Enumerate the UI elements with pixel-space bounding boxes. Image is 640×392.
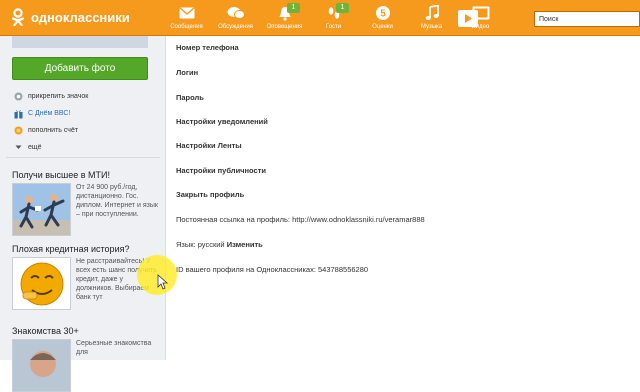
language-row: Язык: русский Изменить [176,240,263,249]
nav-label: Оценки [372,24,393,30]
profile-id-label: ID вашего профиля на Одноклассниках: [176,265,316,274]
svg-text:5: 5 [380,9,386,20]
settings-privacy[interactable]: Настройки публичности [176,166,266,175]
sidebar-link-label: пополнить счёт [28,127,79,134]
ad-title[interactable]: Знакомства 30+ [12,326,160,336]
guests-count-badge: 1 [336,3,349,13]
gift-icon [13,109,23,119]
settings-close-profile[interactable]: Закрыть профиль [176,190,244,199]
chat-bubbles-icon [211,4,260,22]
nav-label: Музыка [420,24,443,30]
settings-password[interactable]: Пароль [176,93,204,102]
mouse-pointer-icon [157,274,169,290]
language-label: Язык: русский [176,240,225,249]
add-photo-button[interactable]: Добавить фото [12,57,148,80]
settings-feed[interactable]: Настройки Ленты [176,141,242,150]
settings-phone-number[interactable]: Номер телефона [176,43,239,52]
sidebar-links: прикрепить значок С Днём ВВС! пополнить … [13,88,158,156]
sidebar-link-attach-badge[interactable]: прикрепить значок [13,88,158,105]
left-sidebar: Добавить фото прикрепить значок С Днём В… [0,36,166,392]
chevron-down-icon [13,143,23,153]
permalink-label: Постоянная ссылка на профиль: [176,215,290,224]
nav-music[interactable]: Музыка [407,4,456,35]
site-logo[interactable]: одноклассники [10,8,130,27]
ad-dating[interactable]: Знакомства 30+ Серьезные знакомства для [12,326,160,392]
bell-icon [260,4,309,22]
ad-image-runners[interactable] [12,183,71,236]
settings-login[interactable]: Логин [176,68,198,77]
ad-text[interactable]: От 24 900 руб./год, дистанционно. Гос. д… [76,183,160,236]
site-name: одноклассники [31,9,130,25]
ad-title[interactable]: Плохая кредитная история? [12,244,160,254]
rating-5-icon: 5 [358,4,407,22]
sidebar-divider [6,157,160,158]
nav-label: Обсуждения [218,24,253,30]
ad-title[interactable]: Получи высшее в МТИ! [12,170,160,180]
cursor-highlight [137,255,177,295]
language-change-link[interactable]: Изменить [227,240,263,249]
profile-id-row: ID вашего профиля на Одноклассниках: 543… [176,265,368,274]
envelope-icon [162,4,211,22]
main-navigation: Сообщения Обсуждения Оповещения 1 Гости … [162,3,505,35]
sidebar-link-label: С Днём ВВС! [28,110,71,117]
sidebar-link-label: ещё [28,144,42,151]
profile-photo[interactable] [12,36,148,48]
badge-icon [13,92,23,102]
ad-text[interactable]: Серьезные знакомства для [76,339,160,392]
ok-logo-icon [10,8,26,27]
ad-image-smiley[interactable] [12,257,71,310]
nav-ratings[interactable]: 5 Оценки [358,4,407,35]
top-navigation-bar: одноклассники Сообщения Обсуждения Опове… [0,0,640,36]
nav-notifications[interactable]: Оповещения 1 [260,3,309,35]
nav-label: Сообщения [170,24,203,30]
notification-count-badge: 1 [287,3,300,13]
nav-label: Оповещения [266,24,303,30]
nav-guests[interactable]: Гости 1 [309,3,358,35]
ad-mti[interactable]: Получи высшее в МТИ! От 24 900 руб./год,… [12,170,160,236]
permalink-row: Постоянная ссылка на профиль: http://www… [176,215,425,224]
settings-notifications[interactable]: Настройки уведомлений [176,117,268,126]
sidebar-link-label: прикрепить значок [28,93,89,100]
sidebar-link-top-up[interactable]: пополнить счёт [13,122,158,139]
nav-messages[interactable]: Сообщения [162,4,211,35]
sidebar-link-holiday[interactable]: С Днём ВВС! [13,105,158,122]
nav-discussions[interactable]: Обсуждения [211,4,260,35]
coin-icon [13,126,23,136]
nav-label: Гости [325,24,342,30]
play-icon[interactable] [458,10,478,27]
music-note-icon [407,4,456,22]
footprints-icon [309,4,358,22]
profile-id-value: 543788556280 [318,265,369,274]
ad-image-portrait[interactable] [12,339,71,392]
sidebar-link-more[interactable]: ещё [13,139,158,156]
permalink-url[interactable]: http://www.odnoklassniki.ru/veramar888 [292,215,425,224]
search-input[interactable] [534,11,640,27]
